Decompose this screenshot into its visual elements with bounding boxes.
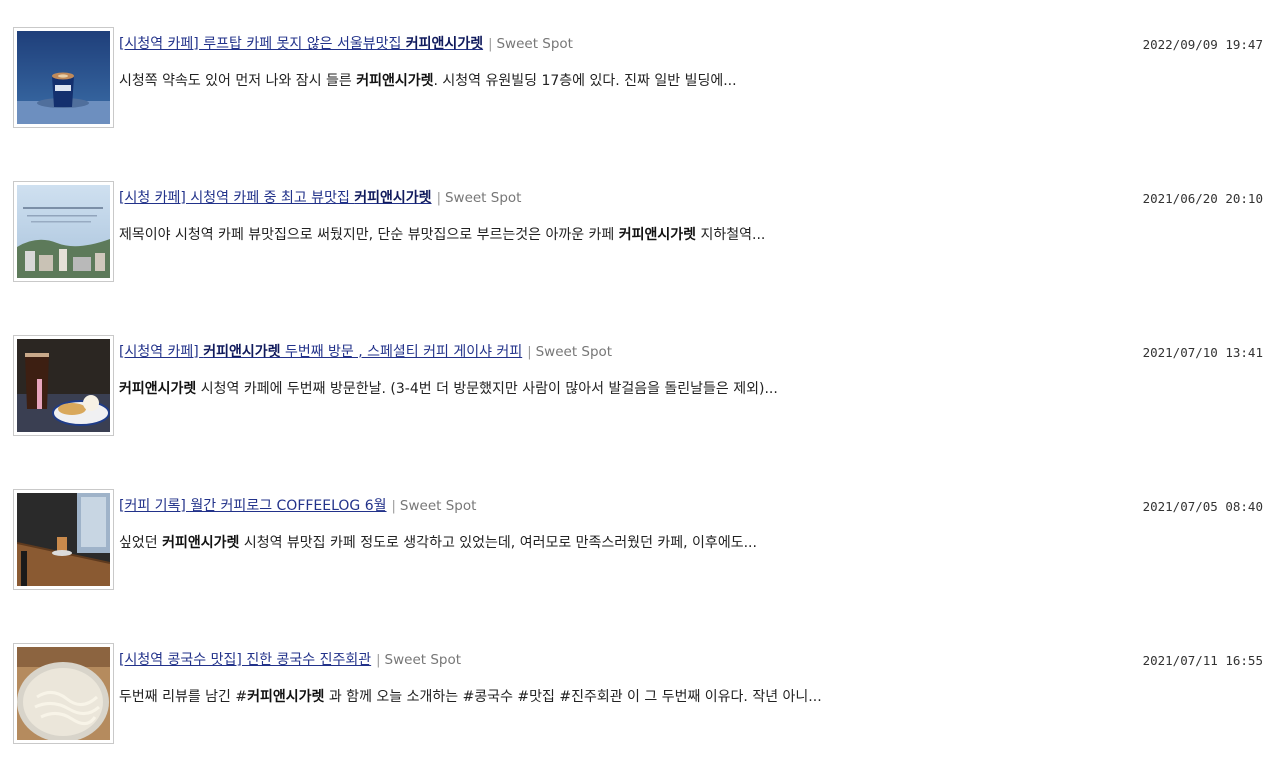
result-title-line: [시청역 카페] 루프탑 카페 못지 않은 서울뷰맛집 커피앤시가렛 | Sweet…: [119, 34, 573, 55]
snippet-text-end: 시청역 뷰맛집 카페 정도로 생각하고 있었는데, 여러모로 만족스러웠던 카페…: [239, 535, 757, 551]
result-snippet: 제목이야 시청역 카페 뷰맛집으로 써뒀지만, 단순 뷰맛집으로 부르는것은 아…: [119, 225, 765, 245]
result-thumbnail[interactable]: [13, 335, 114, 436]
snippet-text-end: 과 함께 오늘 소개하는 #콩국수 #맛집 #진주회관 이 그 두번째 이유다.…: [324, 689, 822, 705]
source-link[interactable]: Sweet Spot: [400, 498, 477, 514]
source-link[interactable]: Sweet Spot: [385, 652, 462, 668]
title-highlight: 커피앤시가렛: [354, 190, 432, 206]
cafe-table-photo-icon: [17, 493, 110, 586]
result-date: 2022/09/09 19:47: [1142, 37, 1263, 52]
result-thumbnail[interactable]: [13, 27, 114, 128]
snippet-text-end: . 시청역 유원빌딩 17층에 있다. 진짜 일반 빌딩에...: [433, 73, 737, 89]
result-snippet: 싶었던 커피앤시가렛 시청역 뷰맛집 카페 정도로 생각하고 있었는데, 여러모…: [119, 533, 757, 553]
result-title-link[interactable]: [시청역 콩국수 맛집] 진한 콩국수 진주회관: [119, 652, 371, 668]
source-link[interactable]: Sweet Spot: [445, 190, 522, 206]
title-text: [시청 카페] 시청역 카페 중 최고 뷰맛집: [119, 190, 355, 206]
result-snippet: 두번째 리뷰를 남긴 #커피앤시가렛 과 함께 오늘 소개하는 #콩국수 #맛집…: [119, 687, 822, 707]
result-thumbnail[interactable]: [13, 489, 114, 590]
source-link[interactable]: Sweet Spot: [536, 344, 613, 360]
separator: |: [391, 499, 396, 514]
snippet-highlight: 커피앤시가렛: [119, 381, 197, 397]
snippet-text: 싶었던: [119, 535, 163, 551]
iced-coffee-dessert-photo-icon: [17, 339, 110, 432]
title-text: [커피 기록] 월간 커피로그 COFFEELOG 6월: [119, 498, 387, 514]
coffee-cup-photo-icon: [17, 31, 110, 124]
result-title-line: [시청역 콩국수 맛집] 진한 콩국수 진주회관 | Sweet Spot: [119, 650, 461, 671]
separator: |: [488, 37, 493, 52]
snippet-highlight: 커피앤시가렛: [618, 227, 697, 243]
result-title-line: [시청 카페] 시청역 카페 중 최고 뷰맛집 커피앤시가렛 | Sweet Spo…: [119, 188, 521, 209]
snippet-text: 두번째 리뷰를 남긴 #: [119, 689, 248, 705]
source-link[interactable]: Sweet Spot: [496, 36, 573, 52]
title-highlight: 커피앤시가렛: [203, 344, 281, 360]
result-title-line: [시청역 카페] 커피앤시가렛 두번째 방문 , 스페셜티 커피 게이샤 커피 |…: [119, 342, 612, 363]
title-text: [시청역 카페]: [119, 344, 204, 360]
result-item: [시청역 카페] 커피앤시가렛 두번째 방문 , 스페셜티 커피 게이샤 커피 |…: [0, 335, 1280, 445]
separator: |: [436, 191, 441, 206]
snippet-highlight: 커피앤시가렛: [247, 689, 325, 705]
title-text-end: 두번째 방문 , 스페셜티 커피 게이샤 커피: [280, 344, 523, 360]
result-thumbnail[interactable]: [13, 181, 114, 282]
title-highlight: 커피앤시가렛: [405, 36, 484, 52]
snippet-highlight: 커피앤시가렛: [162, 535, 240, 551]
result-date: 2021/07/11 16:55: [1142, 653, 1263, 668]
result-item: [시청역 콩국수 맛집] 진한 콩국수 진주회관 | Sweet Spot 2021…: [0, 643, 1280, 753]
result-title-link[interactable]: [시청 카페] 시청역 카페 중 최고 뷰맛집 커피앤시가렛: [119, 190, 432, 206]
snippet-text-end: 지하철역...: [696, 227, 766, 243]
title-text: [시청역 카페] 루프탑 카페 못지 않은 서울뷰맛집: [119, 36, 406, 52]
result-thumbnail[interactable]: [13, 643, 114, 744]
snippet-text-end: 시청역 카페에 두번째 방문한날. (3-4번 더 방문했지만 사람이 많아서 …: [196, 381, 778, 397]
title-text: [시청역 콩국수 맛집] 진한 콩국수 진주회관: [119, 652, 372, 668]
result-title-link[interactable]: [시청역 카페] 커피앤시가렛 두번째 방문 , 스페셜티 커피 게이샤 커피: [119, 344, 522, 360]
result-snippet: 커피앤시가렛 시청역 카페에 두번째 방문한날. (3-4번 더 방문했지만 사…: [119, 379, 778, 399]
result-date: 2021/06/20 20:10: [1142, 191, 1263, 206]
result-date: 2021/07/10 13:41: [1142, 345, 1263, 360]
separator: |: [376, 653, 381, 668]
snippet-text: 시청쪽 약속도 있어 먼저 나와 잠시 들른: [119, 73, 357, 89]
result-item: [시청 카페] 시청역 카페 중 최고 뷰맛집 커피앤시가렛 | Sweet Spo…: [0, 181, 1280, 291]
search-results-list: [시청역 카페] 루프탑 카페 못지 않은 서울뷰맛집 커피앤시가렛 | Sweet…: [0, 0, 1280, 761]
separator: |: [527, 345, 532, 360]
city-view-window-photo-icon: [17, 185, 110, 278]
result-date: 2021/07/05 08:40: [1142, 499, 1263, 514]
noodle-soup-photo-icon: [17, 647, 110, 740]
snippet-text: 제목이야 시청역 카페 뷰맛집으로 써뒀지만, 단순 뷰맛집으로 부르는것은 아…: [119, 227, 619, 243]
result-title-link[interactable]: [시청역 카페] 루프탑 카페 못지 않은 서울뷰맛집 커피앤시가렛: [119, 36, 483, 52]
result-title-link[interactable]: [커피 기록] 월간 커피로그 COFFEELOG 6월: [119, 498, 387, 514]
result-item: [커피 기록] 월간 커피로그 COFFEELOG 6월 | Sweet Spot …: [0, 489, 1280, 599]
result-title-line: [커피 기록] 월간 커피로그 COFFEELOG 6월 | Sweet Spot: [119, 496, 476, 517]
result-item: [시청역 카페] 루프탑 카페 못지 않은 서울뷰맛집 커피앤시가렛 | Sweet…: [0, 27, 1280, 137]
result-snippet: 시청쪽 약속도 있어 먼저 나와 잠시 들른 커피앤시가렛. 시청역 유원빌딩 …: [119, 71, 737, 91]
snippet-highlight: 커피앤시가렛: [356, 73, 434, 89]
